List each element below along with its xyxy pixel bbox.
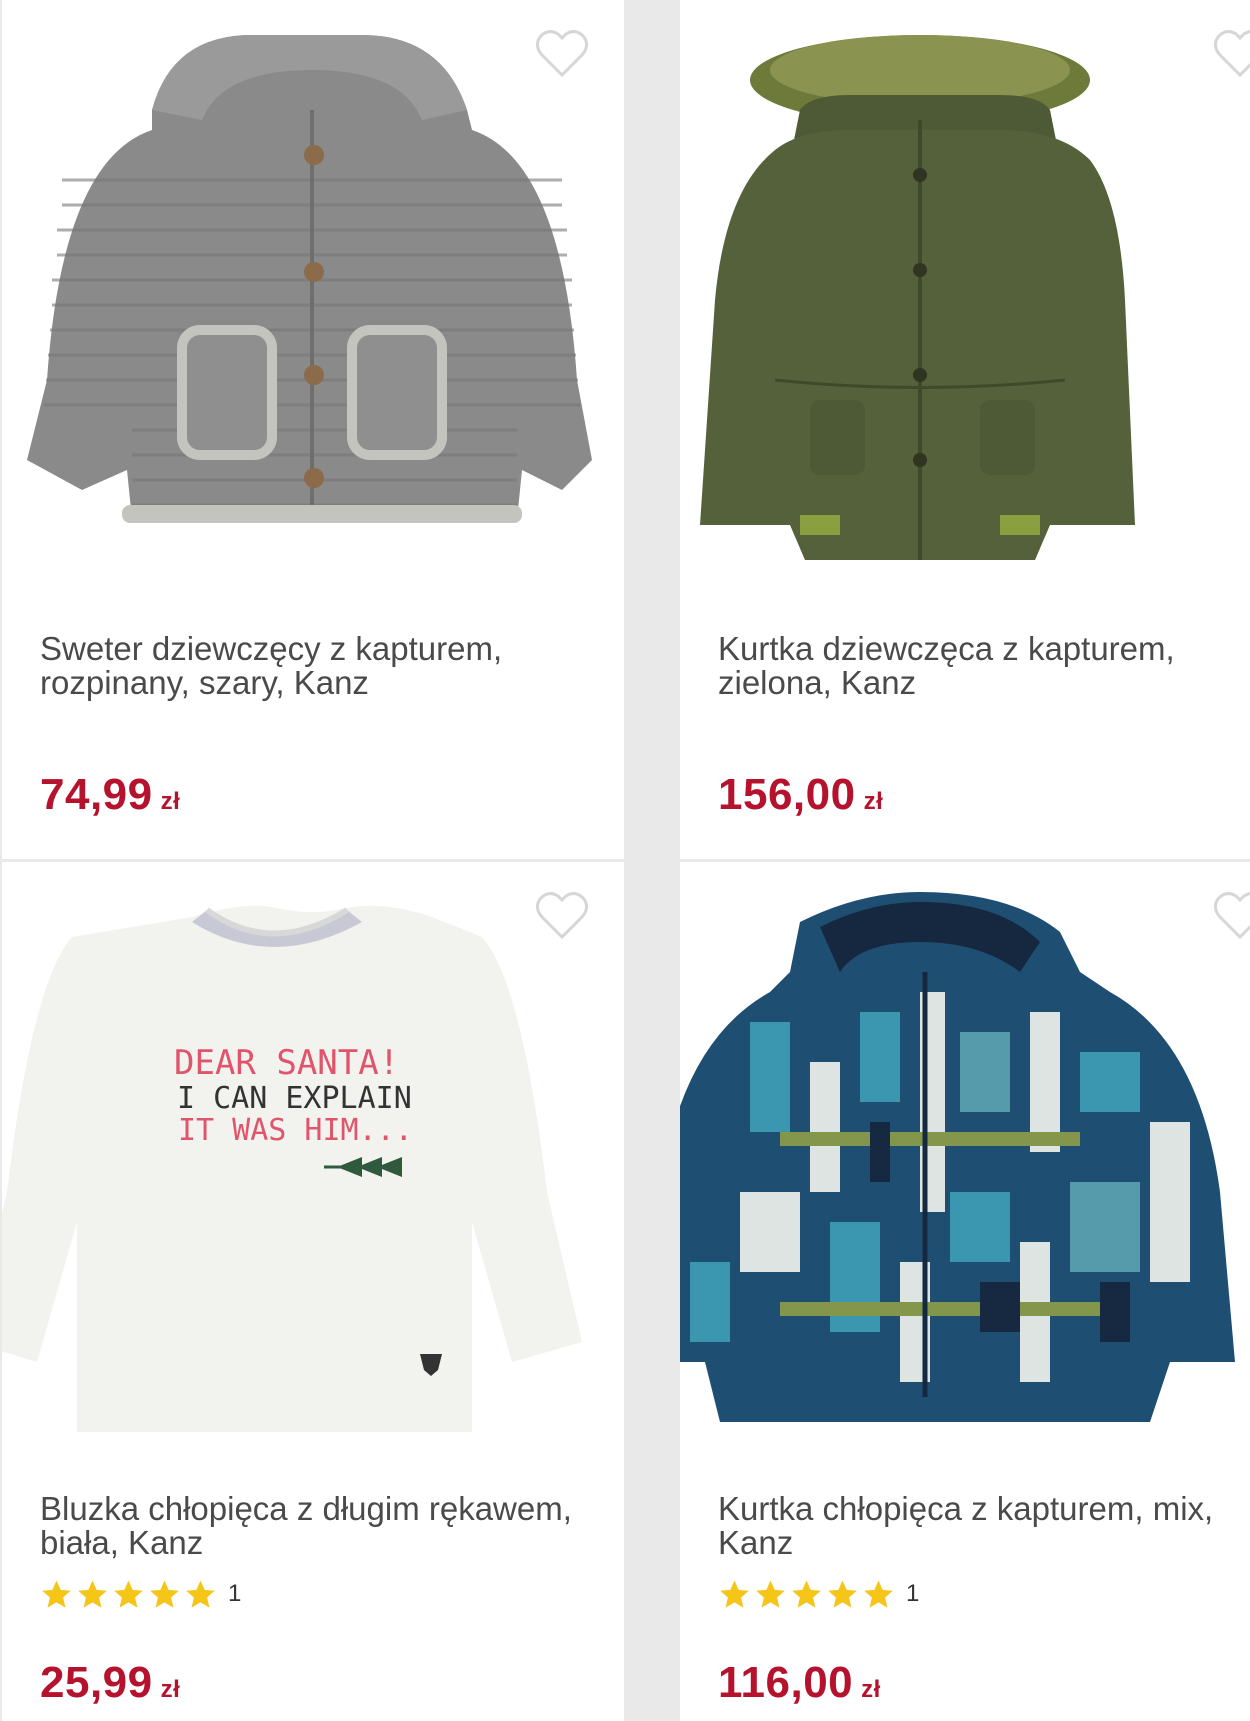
star-icon bbox=[186, 1579, 215, 1608]
star-icon bbox=[42, 1579, 71, 1608]
product-image[interactable] bbox=[680, 0, 1250, 590]
rating-count: 1 bbox=[228, 1580, 242, 1607]
rating-count: 1 bbox=[906, 1580, 920, 1607]
product-card[interactable]: Kurtka chłopięca z kapturem, mix, Kanz 1… bbox=[680, 862, 1250, 1721]
product-price: 74,99 zł bbox=[40, 770, 180, 820]
product-card[interactable]: DEAR SANTA! I CAN EXPLAIN IT WAS HIM... … bbox=[2, 862, 624, 1721]
product-image[interactable] bbox=[2, 0, 624, 590]
product-grid: Sweter dziewczęcy z kapturem, rozpinany,… bbox=[0, 0, 1250, 1721]
star-icon bbox=[864, 1579, 893, 1608]
price-value: 116,00 bbox=[718, 1658, 854, 1707]
star-icon bbox=[756, 1579, 785, 1608]
heart-outline-icon[interactable] bbox=[534, 890, 590, 942]
star-icon bbox=[78, 1579, 107, 1608]
print-line-3: IT WAS HIM... bbox=[178, 1113, 413, 1148]
product-card[interactable]: Kurtka dziewczęca z kapturem, zielona, K… bbox=[680, 0, 1250, 859]
product-name[interactable]: Kurtka chłopięca z kapturem, mix, Kanz bbox=[718, 1492, 1250, 1560]
price-currency: zł bbox=[160, 1676, 181, 1703]
price-currency: zł bbox=[861, 1676, 881, 1703]
product-rating[interactable]: 1 bbox=[40, 1576, 241, 1612]
product-image[interactable] bbox=[680, 862, 1250, 1452]
product-card[interactable]: Sweter dziewczęcy z kapturem, rozpinany,… bbox=[2, 0, 624, 859]
print-line-2: I CAN EXPLAIN bbox=[177, 1081, 412, 1116]
product-name[interactable]: Kurtka dziewczęca z kapturem, zielona, K… bbox=[718, 632, 1250, 700]
product-price: 116,00 zł bbox=[718, 1658, 881, 1708]
price-currency: zł bbox=[160, 788, 181, 815]
product-name[interactable]: Sweter dziewczęcy z kapturem, rozpinany,… bbox=[40, 632, 600, 700]
heart-outline-icon[interactable] bbox=[534, 28, 590, 80]
product-price: 156,00 zł bbox=[718, 770, 883, 820]
price-currency: zł bbox=[863, 788, 884, 815]
product-image[interactable]: DEAR SANTA! I CAN EXPLAIN IT WAS HIM... bbox=[2, 862, 624, 1452]
star-icon bbox=[114, 1579, 143, 1608]
price-value: 74,99 bbox=[40, 770, 153, 819]
star-icon bbox=[792, 1579, 821, 1608]
print-line-1: DEAR SANTA! bbox=[174, 1043, 399, 1083]
price-value: 156,00 bbox=[718, 770, 856, 819]
product-price: 25,99 zł bbox=[40, 1658, 180, 1708]
heart-outline-icon[interactable] bbox=[1212, 890, 1250, 942]
heart-outline-icon[interactable] bbox=[1212, 28, 1250, 80]
price-value: 25,99 bbox=[40, 1658, 153, 1707]
star-icon bbox=[828, 1579, 857, 1608]
star-icon bbox=[150, 1579, 179, 1608]
star-icon bbox=[720, 1579, 749, 1608]
product-name[interactable]: Bluzka chłopięca z długim rękawem, biała… bbox=[40, 1492, 600, 1560]
product-rating[interactable]: 1 bbox=[718, 1576, 919, 1612]
